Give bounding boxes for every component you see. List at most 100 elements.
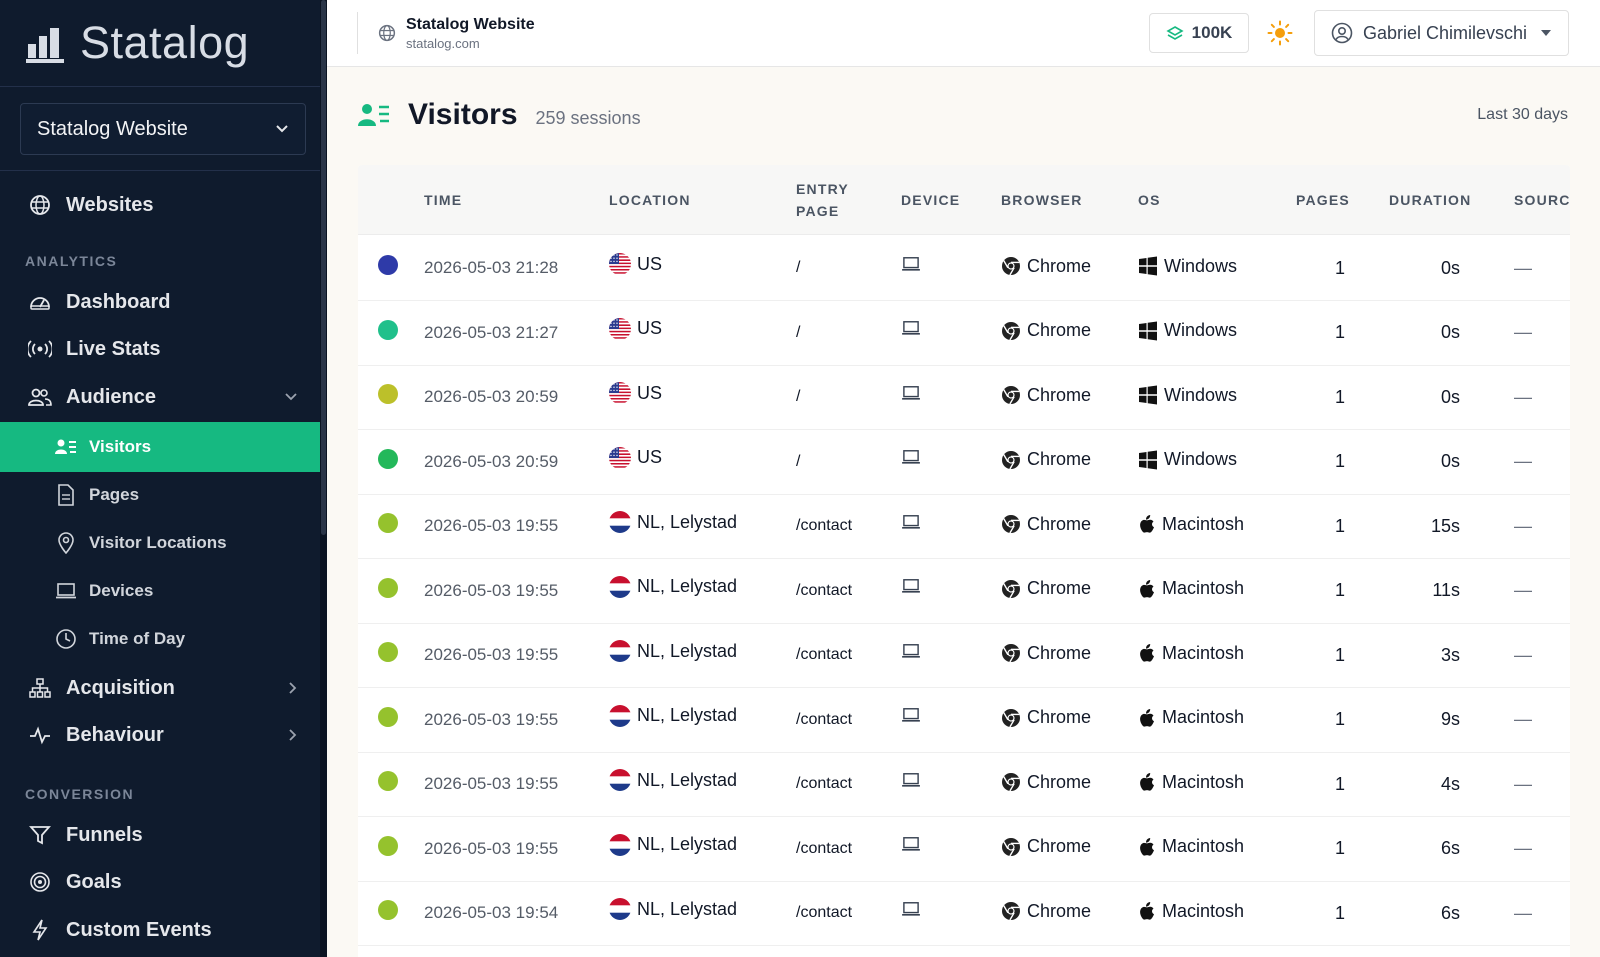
os-text: Windows: [1164, 255, 1238, 276]
layers-icon: [1166, 26, 1184, 40]
status-dot-cell: [378, 301, 398, 365]
table-row[interactable]: 2026-05-03 21:27 US / Chrome Windows 1 0s —: [358, 301, 1570, 366]
nav-acquisition[interactable]: Acquisition: [28, 673, 320, 703]
nav-dashboard[interactable]: Dashboard: [28, 287, 327, 317]
chrome-icon: [1001, 385, 1021, 405]
site-selector[interactable]: Statalog Website: [20, 103, 306, 155]
table-row[interactable]: 2026-05-03 19:55 NL, Lelystad/contact Chro…: [358, 494, 1570, 559]
apple-icon: [1138, 901, 1156, 921]
cell-source: —: [1514, 257, 1532, 278]
th-source[interactable]: SOURC: [1514, 189, 1570, 211]
table-row[interactable]: 2026-05-03 19:55 NL, Lelystad/contact Chro…: [358, 623, 1570, 688]
cell-entry-page[interactable]: /contact: [796, 817, 852, 881]
table-row[interactable]: 2026-05-03 19:55 NL, Lelystad/contact Chro…: [358, 817, 1570, 882]
location-text: NL, Lelystad: [637, 511, 738, 532]
cell-entry-page[interactable]: /: [796, 236, 800, 300]
th-os[interactable]: OS: [1138, 189, 1161, 211]
nav-devices[interactable]: Devices: [0, 566, 327, 616]
th-duration[interactable]: DURATION: [1389, 189, 1471, 211]
cell-entry-page[interactable]: /contact: [796, 752, 852, 816]
cell-device: [901, 621, 921, 685]
sidebar-scrollbar[interactable]: [320, 0, 327, 957]
nav-pages[interactable]: Pages: [0, 470, 327, 520]
nav-visitor-locations[interactable]: Visitor Locations: [0, 518, 327, 568]
nav-time-of-day[interactable]: Time of Day: [0, 614, 327, 664]
cell-entry-page[interactable]: /contact: [796, 688, 852, 752]
th-time[interactable]: TIME: [424, 189, 462, 211]
nav-websites[interactable]: Websites: [28, 190, 327, 220]
cell-entry-page[interactable]: /: [796, 365, 800, 429]
windows-icon: [1138, 450, 1158, 470]
cell-location: NL, Lelystad: [609, 813, 737, 877]
cell-entry-page[interactable]: /: [796, 301, 800, 365]
os-text: Macintosh: [1162, 642, 1245, 663]
table-row[interactable]: 2026-05-03 19:55 NL, Lelystad/contact Chro…: [358, 559, 1570, 624]
os-text: Macintosh: [1162, 900, 1245, 921]
cell-location: NL, Lelystad: [609, 555, 737, 619]
theme-toggle[interactable]: [1267, 20, 1293, 46]
th-device[interactable]: DEVICE: [901, 189, 960, 211]
user-menu[interactable]: Gabriel Chimilevschi: [1314, 10, 1569, 56]
table-row[interactable]: 2026-05-03 19:54 NL, Lelystad/contact Chro…: [358, 881, 1570, 946]
nl-flag-icon: [609, 704, 631, 727]
table-row[interactable]: 2026-05-03 19:55 NL, Lelystad/contact Chro…: [358, 688, 1570, 753]
scrollbar-thumb[interactable]: [321, 0, 326, 535]
cell-entry-page[interactable]: /contact: [796, 623, 852, 687]
nl-flag-icon: [609, 898, 631, 920]
table-row[interactable]: 2026-05-03 20:59 US / Chrome Windows 1 0s —: [358, 365, 1570, 430]
user-list-icon: [358, 104, 389, 126]
th-entry-page[interactable]: ENTRY PAGE: [796, 178, 849, 222]
date-range[interactable]: Last 30 days: [1477, 106, 1568, 124]
visitor-color-dot: [378, 900, 398, 920]
nav-goals[interactable]: Goals: [28, 867, 327, 897]
laptop-icon: [901, 578, 921, 599]
cell-pages: 1: [1334, 644, 1345, 665]
cell-duration: 4s: [1440, 773, 1460, 794]
cell-time: 2026-05-03 19:55: [424, 774, 559, 793]
quota-badge[interactable]: 100K: [1149, 13, 1249, 53]
session-count: 259 sessions: [535, 108, 641, 128]
cell-source: —: [1514, 322, 1532, 342]
nav-visitors[interactable]: Visitors: [0, 422, 327, 472]
chrome-icon: [1001, 450, 1021, 470]
cell-duration: 3s: [1440, 644, 1460, 665]
cell-device: [901, 815, 921, 879]
users-icon: [28, 385, 52, 409]
cell-device: [901, 557, 921, 621]
nav-live-stats[interactable]: Live Stats: [28, 334, 327, 364]
os-text: Macintosh: [1162, 771, 1245, 792]
cell-source: —: [1514, 709, 1532, 729]
nav-funnels[interactable]: Funnels: [28, 820, 327, 850]
section-label-analytics: ANALYTICS: [25, 253, 118, 269]
cell-pages: 1: [1334, 902, 1345, 923]
table-row[interactable]: 2026-05-03 20:59 US / Chrome Windows 1 0s —: [358, 430, 1570, 495]
table-row[interactable]: 2026-05-03 19:55 NL, Lelystad/contact Chro…: [358, 752, 1570, 817]
cell-entry-page[interactable]: /contact: [796, 494, 852, 558]
current-site[interactable]: Statalog Website statalog.com: [357, 12, 535, 54]
cell-duration: 6s: [1440, 902, 1460, 923]
apple-icon: [1138, 708, 1156, 728]
cell-duration: 9s: [1440, 709, 1460, 729]
table-row[interactable]: 2026-05-03 21:28 US / Chrome Windows 1 0s —: [358, 236, 1570, 301]
th-pages[interactable]: PAGES: [1296, 189, 1350, 211]
cell-entry-page[interactable]: /contact: [796, 881, 852, 945]
nav-label: Behaviour: [66, 723, 164, 746]
laptop-icon: [901, 836, 921, 857]
app-logo[interactable]: Statalog: [26, 17, 249, 68]
th-location[interactable]: LOCATION: [609, 189, 691, 211]
nav-label: Custom Events: [66, 918, 212, 941]
th-browser[interactable]: BROWSER: [1001, 189, 1083, 211]
us-flag-icon: [609, 317, 631, 340]
nl-flag-icon: [609, 769, 631, 791]
nav-behaviour[interactable]: Behaviour: [28, 720, 320, 750]
site-name: Statalog Website: [406, 15, 535, 33]
chrome-icon: [1001, 772, 1021, 792]
apple-icon: [1138, 514, 1156, 534]
status-dot-cell: [378, 752, 398, 816]
cell-time: 2026-05-03 19:55: [424, 516, 559, 535]
cell-entry-page[interactable]: /contact: [796, 559, 852, 623]
cell-entry-page[interactable]: /: [796, 430, 800, 494]
location-text: US: [637, 447, 663, 467]
nav-audience[interactable]: Audience: [28, 382, 320, 412]
nav-custom-events[interactable]: Custom Events: [28, 915, 327, 945]
